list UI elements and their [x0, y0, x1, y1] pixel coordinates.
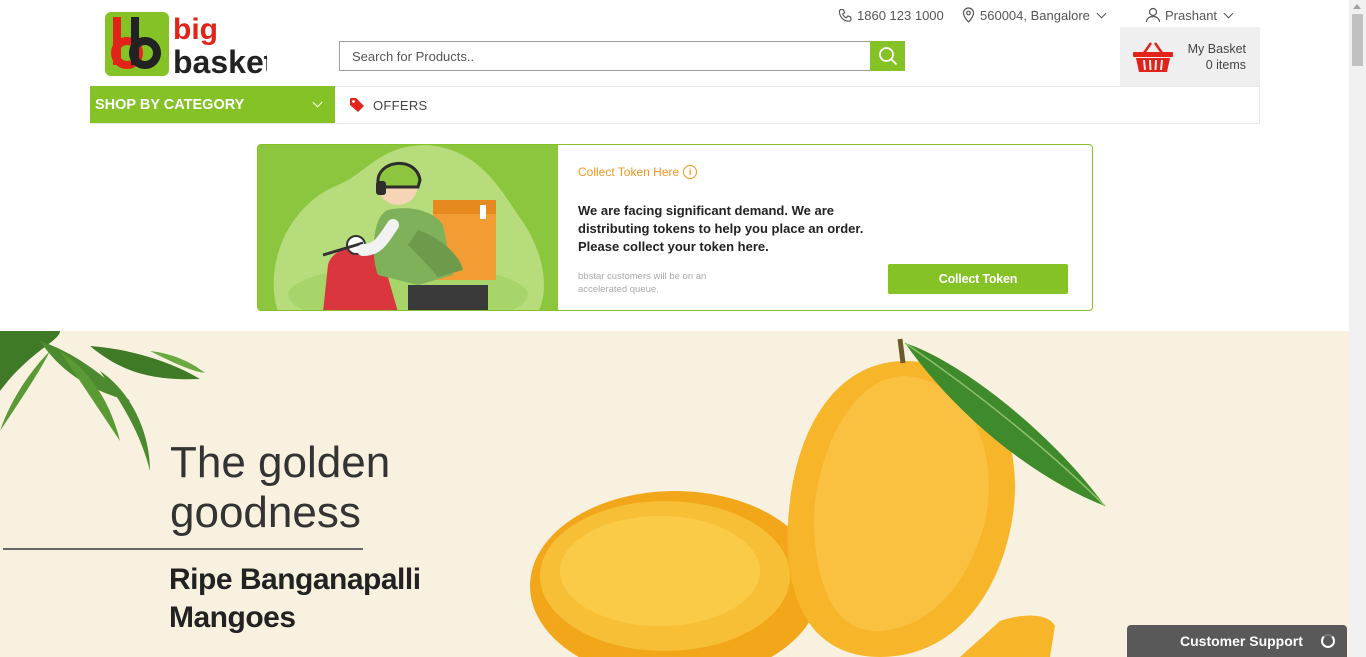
hero-heading-text: The golden goodness — [170, 438, 391, 537]
bigbasket-logo[interactable]: big basket — [105, 11, 267, 77]
chevron-down-icon — [312, 97, 323, 108]
token-message: We are facing significant demand. We are… — [578, 203, 864, 254]
basket-label: My Basket — [1187, 42, 1246, 56]
location-text: 560004, Bangalore — [980, 7, 1090, 23]
hero-divider — [3, 548, 363, 550]
brand-basket: basket — [173, 44, 267, 77]
tag-icon — [350, 98, 364, 112]
chevron-down-icon — [1223, 8, 1234, 18]
search-input[interactable] — [339, 41, 870, 71]
phone-contact[interactable]: 1860 123 1000 — [838, 6, 944, 24]
collect-token-button[interactable]: Collect Token — [888, 264, 1068, 294]
search-button[interactable] — [870, 41, 905, 71]
info-icon[interactable]: i — [683, 165, 698, 179]
hero-heading: The golden goodness — [170, 438, 410, 538]
token-title: Collect Token Here i — [578, 165, 698, 179]
location-selector[interactable]: 560004, Bangalore — [961, 6, 1107, 24]
phone-number: 1860 123 1000 — [857, 7, 944, 23]
search-icon — [878, 47, 897, 66]
shop-by-category-label: SHOP BY CATEGORY — [95, 96, 245, 113]
basket-count: 0 items — [1205, 58, 1246, 72]
shop-by-category-button[interactable]: SHOP BY CATEGORY — [90, 86, 335, 123]
hero-subheading-text: Ripe Banganapalli Mangoes — [169, 563, 421, 634]
user-icon — [1145, 7, 1161, 23]
token-title-text: Collect Token Here — [578, 165, 680, 179]
location-icon — [962, 7, 975, 23]
basket-summary: My Basket 0 items — [1188, 41, 1246, 73]
phone-icon — [838, 8, 852, 22]
delivery-rider-illustration — [258, 145, 558, 310]
spinner-icon — [1321, 634, 1335, 648]
chevron-down-icon — [1096, 8, 1107, 18]
search-bar — [339, 41, 905, 71]
customer-support-button[interactable]: Customer Support — [1127, 625, 1347, 657]
user-menu[interactable]: Prashant — [1145, 6, 1234, 24]
offers-label: OFFERS — [373, 97, 428, 113]
my-basket-button[interactable]: My Basket 0 items — [1120, 27, 1260, 87]
hero-banner[interactable]: The golden goodness Ripe Banganapalli Ma… — [0, 331, 1349, 657]
token-note: bbstar customers will be on an accelerat… — [578, 271, 707, 295]
brand-big: big — [173, 13, 218, 46]
page: big basket 1860 123 1000 560004, Bangalo… — [0, 0, 1366, 657]
scroll-up-icon[interactable] — [1353, 4, 1361, 9]
scrollbar-thumb[interactable] — [1352, 14, 1363, 66]
hero-subheading: Ripe Banganapalli Mangoes — [169, 561, 449, 637]
vertical-scrollbar[interactable] — [1349, 0, 1366, 657]
basket-icon — [1133, 42, 1173, 72]
offers-link[interactable]: OFFERS — [349, 97, 428, 113]
user-name: Prashant — [1165, 7, 1218, 23]
token-card: Collect Token Here i We are facing signi… — [257, 144, 1093, 311]
customer-support-label: Customer Support — [1180, 633, 1303, 649]
